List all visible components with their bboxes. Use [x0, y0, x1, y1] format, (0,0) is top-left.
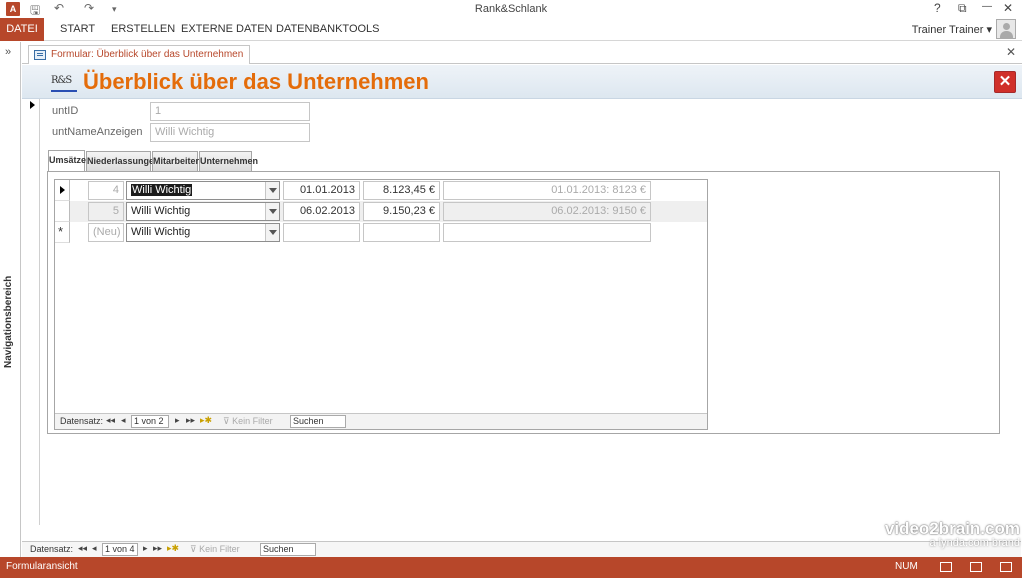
- numlock-indicator: NUM: [895, 561, 918, 572]
- row-selector[interactable]: [55, 201, 70, 222]
- record-nav-label: Datensatz:: [30, 544, 74, 554]
- datasheet-view-icon[interactable]: [970, 562, 982, 572]
- summary-cell[interactable]: 06.02.2013: 9150 €: [443, 202, 651, 221]
- previous-record-button[interactable]: ◂: [92, 543, 97, 554]
- table-row[interactable]: 4 Willi Wichtig 01.01.2013 8.123,45 € 01…: [55, 180, 707, 201]
- main-record-navigation: Datensatz: ◂◂ ◂ 1 von 4 ▸ ▸▸ ▸✱ ⊽ Kein F…: [22, 541, 1021, 557]
- field-label-untnameanzeigen: untNameAnzeigen: [52, 126, 143, 138]
- form-header: R&S Überblick über das Unternehmen ✕: [22, 65, 1022, 99]
- untid-field[interactable]: 1: [150, 102, 310, 121]
- chevron-down-icon[interactable]: [265, 224, 279, 241]
- amount-cell[interactable]: 9.150,23 €: [363, 202, 440, 221]
- last-record-button[interactable]: ▸▸: [153, 543, 162, 554]
- new-record-button[interactable]: ▸✱: [167, 543, 179, 554]
- tab-umsaetze[interactable]: Umsätze: [48, 150, 86, 172]
- first-record-button[interactable]: ◂◂: [106, 415, 115, 426]
- close-document-icon[interactable]: ✕: [1006, 45, 1016, 59]
- row-id-cell[interactable]: 5: [88, 202, 124, 221]
- amount-cell[interactable]: [363, 223, 440, 242]
- name-combobox-value: Willi Wichtig: [131, 184, 193, 196]
- status-bar: Formularansicht NUM: [0, 557, 1022, 578]
- close-window-icon[interactable]: ✕: [1003, 1, 1013, 15]
- untnameanzeigen-field[interactable]: Willi Wichtig: [150, 123, 310, 142]
- company-logo: R&S: [51, 72, 77, 94]
- row-selector[interactable]: [55, 180, 70, 201]
- tab-unternehmen[interactable]: Unternehmen: [199, 151, 258, 171]
- layout-view-icon[interactable]: [1000, 562, 1012, 572]
- summary-cell[interactable]: [443, 223, 651, 242]
- last-record-button[interactable]: ▸▸: [186, 415, 195, 426]
- new-record-button[interactable]: ▸✱: [200, 415, 212, 426]
- record-selector[interactable]: [26, 99, 40, 525]
- filter-icon: ⊽: [223, 416, 233, 426]
- navigation-pane: » Navigationsbereich: [0, 42, 21, 557]
- record-position-field[interactable]: 1 von 2: [131, 415, 169, 428]
- row-selector[interactable]: *: [55, 222, 70, 243]
- row-id-cell[interactable]: (Neu): [88, 223, 124, 242]
- search-input[interactable]: Suchen: [260, 543, 316, 556]
- form-view-icon[interactable]: [940, 562, 952, 572]
- tab-externe-daten[interactable]: EXTERNE DATEN: [181, 18, 272, 41]
- subform-record-navigation: Datensatz: ◂◂ ◂ 1 von 2 ▸ ▸▸ ▸✱ ⊽ Kein F…: [55, 413, 707, 429]
- document-tab-strip: Formular: Überblick über das Unternehmen…: [22, 42, 1022, 64]
- date-cell[interactable]: 06.02.2013: [283, 202, 360, 221]
- user-account[interactable]: Trainer Trainer ▾: [912, 23, 992, 36]
- name-combobox-value: Willi Wichtig: [131, 205, 191, 217]
- next-record-button[interactable]: ▸: [175, 415, 180, 426]
- filter-icon: ⊽: [190, 544, 200, 554]
- table-row-new[interactable]: * (Neu) Willi Wichtig: [55, 222, 707, 243]
- document-tab-label: Formular: Überblick über das Unternehmen: [51, 49, 244, 60]
- search-input[interactable]: Suchen: [290, 415, 346, 428]
- form-view: R&S Überblick über das Unternehmen ✕ unt…: [22, 65, 1022, 557]
- tab-mitarbeiter[interactable]: Mitarbeiter: [152, 151, 199, 171]
- document-tab-form[interactable]: Formular: Überblick über das Unternehmen: [28, 45, 251, 64]
- first-record-button[interactable]: ◂◂: [78, 543, 87, 554]
- amount-cell[interactable]: 8.123,45 €: [363, 181, 440, 200]
- avatar[interactable]: [996, 19, 1016, 39]
- chevron-down-icon[interactable]: [265, 203, 279, 220]
- filter-status[interactable]: ⊽ Kein Filter: [190, 544, 240, 555]
- navigation-pane-label[interactable]: Navigationsbereich: [3, 242, 18, 402]
- row-id-cell[interactable]: 4: [88, 181, 124, 200]
- current-row-arrow-icon: [60, 186, 65, 194]
- current-record-arrow-icon: [30, 101, 35, 109]
- tab-datenbanktools[interactable]: DATENBANKTOOLS: [276, 18, 380, 41]
- help-icon[interactable]: ?: [934, 1, 941, 15]
- new-record-icon: *: [58, 224, 64, 239]
- tab-start[interactable]: START: [60, 18, 95, 41]
- window-title: Rank&Schlank: [474, 3, 548, 15]
- record-nav-label: Datensatz:: [60, 416, 104, 426]
- record-position-field[interactable]: 1 von 4: [102, 543, 138, 556]
- tab-erstellen[interactable]: ERSTELLEN: [111, 18, 175, 41]
- date-cell[interactable]: [283, 223, 360, 242]
- expand-nav-icon[interactable]: »: [5, 46, 11, 58]
- subform-umsaetze: 4 Willi Wichtig 01.01.2013 8.123,45 € 01…: [54, 179, 708, 430]
- ribbon-display-icon[interactable]: ⧉: [958, 1, 967, 16]
- next-record-button[interactable]: ▸: [143, 543, 148, 554]
- tab-datei[interactable]: DATEI: [0, 18, 44, 41]
- minimize-icon[interactable]: —: [982, 1, 992, 12]
- previous-record-button[interactable]: ◂: [121, 415, 126, 426]
- tab-niederlassungen[interactable]: Niederlassungen: [86, 151, 160, 171]
- name-combobox[interactable]: Willi Wichtig: [126, 181, 280, 200]
- name-combobox-value: Willi Wichtig: [131, 226, 191, 238]
- date-cell[interactable]: 01.01.2013: [283, 181, 360, 200]
- name-combobox[interactable]: Willi Wichtig: [126, 202, 280, 221]
- close-form-button[interactable]: ✕: [994, 71, 1016, 93]
- chevron-down-icon[interactable]: [265, 182, 279, 199]
- watermark: video2brain.com a lynda.com brand: [884, 519, 1020, 549]
- ribbon-tabs: DATEI START ERSTELLEN EXTERNE DATEN DATE…: [0, 18, 1022, 41]
- filter-status[interactable]: ⊽ Kein Filter: [223, 416, 273, 427]
- table-row[interactable]: 5 Willi Wichtig 06.02.2013 9.150,23 € 06…: [55, 201, 707, 222]
- form-title: Überblick über das Unternehmen: [83, 69, 429, 94]
- view-mode-label: Formularansicht: [6, 561, 78, 572]
- summary-cell[interactable]: 01.01.2013: 8123 €: [443, 181, 651, 200]
- name-combobox[interactable]: Willi Wichtig: [126, 223, 280, 242]
- form-icon: [34, 50, 46, 60]
- title-bar: A 🖫 ↶ ↷ ▾ Rank&Schlank ? ⧉ — ✕: [0, 0, 1022, 18]
- field-label-untid: untID: [52, 105, 79, 117]
